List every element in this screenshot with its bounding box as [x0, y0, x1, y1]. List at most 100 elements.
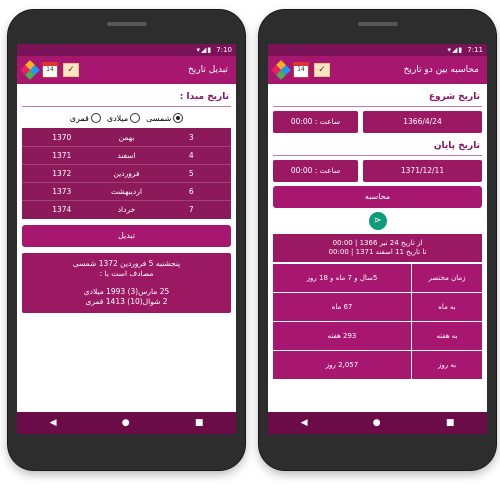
result-value: 5سال و 7 ماه و 18 روز	[273, 264, 411, 292]
check-icon[interactable]: ✓	[314, 63, 330, 77]
app-bar: 14 ✓ محاسبه بین دو تاریخ	[268, 56, 487, 84]
result-label: به روز	[412, 351, 482, 379]
home-nav-icon[interactable]: ●	[373, 418, 381, 428]
date-picker-row[interactable]: 3 بهمن 1370	[22, 129, 231, 147]
result-label: به هفته	[412, 322, 482, 350]
recent-nav-icon[interactable]: ■	[195, 418, 204, 428]
mosaic-icon[interactable]	[271, 60, 291, 80]
to-line: تا تاریخ 11 اسفند 1371 | 00:00	[328, 248, 427, 256]
screen-date-diff: ▾◢▮ 7:11 14 ✓ محاسبه بین دو تاریخ تاریخ …	[268, 44, 487, 434]
end-time-field[interactable]: ساعت : 00:00	[273, 160, 358, 182]
year-cell: 1371	[52, 151, 72, 160]
calendar-icon-number: 14	[46, 66, 54, 73]
back-nav-icon[interactable]: ◀	[301, 418, 308, 428]
date-picker-row[interactable]: 6 اردیبهشت 1373	[22, 183, 231, 201]
calendar-icon[interactable]: 14	[42, 62, 58, 78]
date-picker-row[interactable]: 4 اسفند 1371	[22, 147, 231, 165]
year-cell: 1373	[52, 187, 72, 196]
day-cell: 7	[188, 205, 194, 214]
day-cell: 4	[188, 151, 194, 160]
radio-miladi[interactable]: میلادی	[106, 113, 141, 123]
share-icon[interactable]: ⋖	[368, 212, 387, 230]
check-icon[interactable]: ✓	[63, 63, 79, 77]
convert-content: تاریخ مبدا : شمسی میلادی قمری 3 بهمن 137…	[17, 84, 236, 313]
phone-speaker	[106, 22, 147, 26]
mosaic-icon[interactable]	[20, 60, 40, 80]
result-line: 25 مارس(3) 1993 میلادی	[83, 287, 170, 296]
date-picker-row[interactable]: 5 فروردین 1372	[22, 165, 231, 183]
month-cell: اسفند	[117, 151, 136, 160]
month-cell: خرداد	[117, 205, 136, 214]
status-icons: ▾◢▮	[447, 46, 464, 54]
phone-left: ▾◢▮ 7:10 14 ✓ تبدیل تاریخ تاریخ مبدا : ش…	[8, 10, 245, 470]
result-label: به ماه	[412, 293, 482, 321]
radio-label: قمری	[69, 113, 89, 123]
phone-right: ▾◢▮ 7:11 14 ✓ محاسبه بین دو تاریخ تاریخ …	[259, 10, 496, 470]
recent-nav-icon[interactable]: ■	[446, 418, 455, 428]
table-row: به ماه 67 ماه	[273, 293, 482, 321]
radio-ghamari[interactable]: قمری	[70, 113, 101, 123]
start-time-field[interactable]: ساعت : 00:00	[273, 111, 358, 133]
start-date-title: تاریخ شروع	[273, 88, 482, 107]
calculate-button[interactable]: محاسبه	[273, 186, 482, 208]
day-cell: 6	[188, 187, 194, 196]
results-table: زمان مختصر 5سال و 7 ماه و 18 روز به ماه …	[273, 264, 482, 379]
day-cell: 3	[188, 133, 194, 142]
calendar-icon[interactable]: 14	[293, 62, 309, 78]
start-date-field[interactable]: 1366/4/24	[363, 111, 482, 133]
convert-button[interactable]: تبدیل	[22, 225, 231, 247]
from-line: از تاریخ 24 تیر 1366 | 00:00	[332, 239, 423, 247]
app-bar-actions: 14 ✓	[20, 60, 79, 80]
status-icons: ▾◢▮	[196, 46, 213, 54]
conversion-result: پنجشنبه 5 فروردین 1372 شمسی مصادف است با…	[22, 253, 231, 313]
home-nav-icon[interactable]: ●	[122, 418, 130, 428]
radio-shamsi[interactable]: شمسی	[146, 113, 184, 123]
day-cell: 5	[188, 169, 194, 178]
result-value: 67 ماه	[273, 293, 411, 321]
result-value: 293 هفته	[273, 322, 411, 350]
radio-unchecked-icon	[130, 113, 141, 123]
result-value: 2,057 روز	[273, 351, 411, 379]
radio-label: شمسی	[146, 113, 172, 123]
status-bar: ▾◢▮ 7:11	[268, 44, 487, 56]
table-row: به روز 2,057 روز	[273, 351, 482, 379]
app-bar: 14 ✓ تبدیل تاریخ	[17, 56, 236, 84]
date-picker-row[interactable]: 7 خرداد 1374	[22, 201, 231, 218]
month-cell: بهمن	[118, 133, 135, 142]
year-cell: 1370	[52, 133, 72, 142]
page-title: تبدیل تاریخ	[187, 65, 228, 75]
radio-label: میلادی	[106, 113, 129, 123]
start-fields: ساعت : 00:00 1366/4/24	[273, 111, 482, 133]
radio-checked-icon	[173, 113, 184, 123]
phone-speaker	[357, 22, 398, 26]
share-wrap: ⋖	[273, 212, 482, 230]
result-line: مصادف است با :	[99, 269, 154, 278]
range-summary: از تاریخ 24 تیر 1366 | 00:00 تا تاریخ 11…	[273, 234, 482, 262]
status-time: 7:11	[467, 46, 483, 54]
end-date-field[interactable]: 1371/12/11	[363, 160, 482, 182]
table-row: به هفته 293 هفته	[273, 322, 482, 350]
end-date-title: تاریخ پایان	[273, 137, 482, 156]
screen-date-convert: ▾◢▮ 7:10 14 ✓ تبدیل تاریخ تاریخ مبدا : ش…	[17, 44, 236, 434]
table-row: زمان مختصر 5سال و 7 ماه و 18 روز	[273, 264, 482, 292]
radio-unchecked-icon	[90, 113, 101, 123]
back-nav-icon[interactable]: ◀	[50, 418, 57, 428]
diff-content: تاریخ شروع ساعت : 00:00 1366/4/24 تاریخ …	[268, 84, 487, 379]
end-fields: ساعت : 00:00 1371/12/11	[273, 160, 482, 182]
status-bar: ▾◢▮ 7:10	[17, 44, 236, 56]
nav-bar: ◀ ● ■	[17, 412, 236, 434]
month-cell: اردیبهشت	[111, 187, 142, 196]
year-cell: 1374	[52, 205, 72, 214]
result-label: زمان مختصر	[412, 264, 482, 292]
date-picker-wheel[interactable]: 3 بهمن 1370 4 اسفند 1371 5 فروردین 1372 …	[22, 128, 231, 219]
source-date-title: تاریخ مبدا :	[22, 88, 231, 107]
calendar-type-radios: شمسی میلادی قمری	[22, 111, 231, 128]
result-line: پنجشنبه 5 فروردین 1372 شمسی	[72, 259, 181, 268]
year-cell: 1372	[52, 169, 72, 178]
calendar-icon-number: 14	[297, 66, 305, 73]
nav-bar: ◀ ● ■	[268, 412, 487, 434]
status-time: 7:10	[216, 46, 232, 54]
app-bar-actions: 14 ✓	[271, 60, 330, 80]
month-cell: فروردین	[113, 169, 140, 178]
page-title: محاسبه بین دو تاریخ	[403, 65, 479, 75]
